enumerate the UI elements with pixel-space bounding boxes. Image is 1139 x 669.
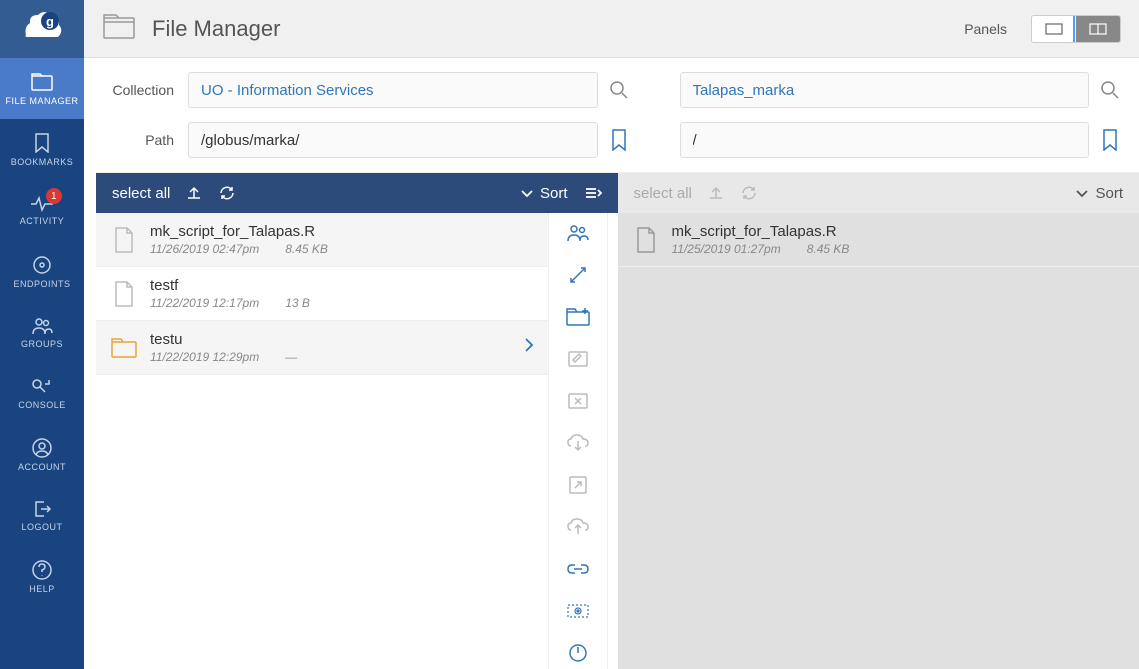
right-file-list: mk_script_for_Talapas.R 11/25/2019 01:27…: [618, 213, 1139, 669]
upload-icon[interactable]: [564, 513, 592, 541]
file-date: 11/22/2019 12:29pm: [150, 350, 259, 364]
delete-icon[interactable]: [564, 387, 592, 415]
bookmark-icon[interactable]: [608, 129, 630, 151]
nav-bookmarks[interactable]: BOOKMARKS: [0, 119, 84, 180]
open-icon[interactable]: [564, 471, 592, 499]
nav-label: FILE MANAGER: [5, 96, 78, 106]
nav-endpoints[interactable]: ENDPOINTS: [0, 241, 84, 302]
nav-label: BOOKMARKS: [11, 157, 74, 167]
collection-left-input[interactable]: [188, 72, 598, 108]
left-file-list: mk_script_for_Talapas.R 11/26/2019 02:47…: [96, 213, 548, 669]
select-all-left[interactable]: select all: [112, 185, 170, 202]
nav-help[interactable]: HELP: [0, 546, 84, 607]
path-right-input[interactable]: [680, 122, 1090, 158]
file-name: testu: [150, 331, 512, 348]
nav-label: LOGOUT: [21, 522, 62, 532]
right-pane: select all Sort mk_script_for_Talapas.R …: [618, 172, 1139, 669]
collection-row: Collection: [84, 58, 1139, 108]
file-icon: [110, 280, 138, 308]
folder-icon: [102, 12, 136, 45]
file-size: —: [285, 350, 297, 364]
file-row[interactable]: testf 11/22/2019 12:17pm 13 B: [96, 267, 548, 321]
select-all-right[interactable]: select all: [634, 185, 692, 202]
sort-right[interactable]: Sort: [1075, 185, 1123, 202]
sort-left[interactable]: Sort: [520, 185, 568, 202]
nav-activity[interactable]: 1 ACTIVITY: [0, 180, 84, 241]
file-name: mk_script_for_Talapas.R: [150, 223, 534, 240]
left-pane: select all Sort mk_script_for_Talapas.R …: [96, 172, 618, 669]
folder-icon: [110, 337, 138, 359]
download-icon[interactable]: [564, 429, 592, 457]
refresh-icon[interactable]: [218, 185, 236, 201]
file-size: 13 B: [285, 296, 310, 310]
transfer-icon[interactable]: [564, 261, 592, 289]
share-icon[interactable]: [564, 219, 592, 247]
path-label: Path: [102, 132, 174, 148]
file-size: 8.45 KB: [807, 242, 850, 256]
file-row[interactable]: testu 11/22/2019 12:29pm —: [96, 321, 548, 375]
actions-column: [548, 213, 608, 669]
nav-label: ACTIVITY: [20, 216, 65, 226]
file-date: 11/26/2019 02:47pm: [150, 242, 259, 256]
bookmark-icon[interactable]: [1099, 129, 1121, 151]
search-icon[interactable]: [1099, 80, 1121, 100]
nav-groups[interactable]: GROUPS: [0, 302, 84, 363]
file-name: mk_script_for_Talapas.R: [672, 223, 1126, 240]
panel-single[interactable]: [1032, 16, 1076, 42]
chevron-right-icon[interactable]: [524, 337, 534, 358]
rename-icon[interactable]: [564, 345, 592, 373]
file-icon: [632, 226, 660, 254]
file-icon: [110, 226, 138, 254]
file-name: testf: [150, 277, 534, 294]
view-options-icon[interactable]: [584, 186, 602, 200]
up-folder-icon[interactable]: [186, 185, 202, 201]
collection-label: Collection: [102, 82, 174, 98]
svg-text:g: g: [46, 14, 54, 29]
panes: select all Sort mk_script_for_Talapas.R …: [84, 172, 1139, 669]
search-icon[interactable]: [608, 80, 630, 100]
panel-split[interactable]: [1076, 16, 1120, 42]
nav-label: GROUPS: [21, 339, 63, 349]
activity-badge: 1: [46, 188, 62, 204]
nav-label: ACCOUNT: [18, 462, 66, 472]
refresh-icon[interactable]: [740, 185, 758, 201]
nav-file-manager[interactable]: FILE MANAGER: [0, 58, 84, 119]
nav-logout[interactable]: LOGOUT: [0, 485, 84, 546]
nav-label: CONSOLE: [18, 400, 66, 410]
nav-account[interactable]: ACCOUNT: [0, 424, 84, 485]
header: File Manager Panels: [84, 0, 1139, 58]
deactivate-icon[interactable]: [564, 639, 592, 667]
panels-label: Panels: [964, 21, 1007, 37]
show-hidden-icon[interactable]: [564, 597, 592, 625]
link-icon[interactable]: [564, 555, 592, 583]
file-date: 11/22/2019 12:17pm: [150, 296, 259, 310]
left-list-bar: select all Sort: [96, 173, 618, 213]
path-left-input[interactable]: [188, 122, 598, 158]
nav-label: HELP: [29, 584, 55, 594]
nav-console[interactable]: CONSOLE: [0, 363, 84, 424]
file-row[interactable]: mk_script_for_Talapas.R 11/25/2019 01:27…: [618, 213, 1139, 267]
globus-logo: g: [0, 0, 84, 58]
up-folder-icon[interactable]: [708, 185, 724, 201]
main: File Manager Panels Collection Path: [84, 0, 1139, 669]
path-row: Path: [84, 108, 1139, 158]
file-row[interactable]: mk_script_for_Talapas.R 11/26/2019 02:47…: [96, 213, 548, 267]
page-title: File Manager: [152, 16, 948, 42]
panel-toggle: [1031, 15, 1121, 43]
collection-right-input[interactable]: [680, 72, 1090, 108]
new-folder-icon[interactable]: [564, 303, 592, 331]
right-list-bar: select all Sort: [618, 173, 1139, 213]
file-date: 11/25/2019 01:27pm: [672, 242, 781, 256]
nav-label: ENDPOINTS: [13, 279, 70, 289]
file-size: 8.45 KB: [285, 242, 328, 256]
sidebar: g FILE MANAGER BOOKMARKS 1 ACTIVITY ENDP…: [0, 0, 84, 669]
